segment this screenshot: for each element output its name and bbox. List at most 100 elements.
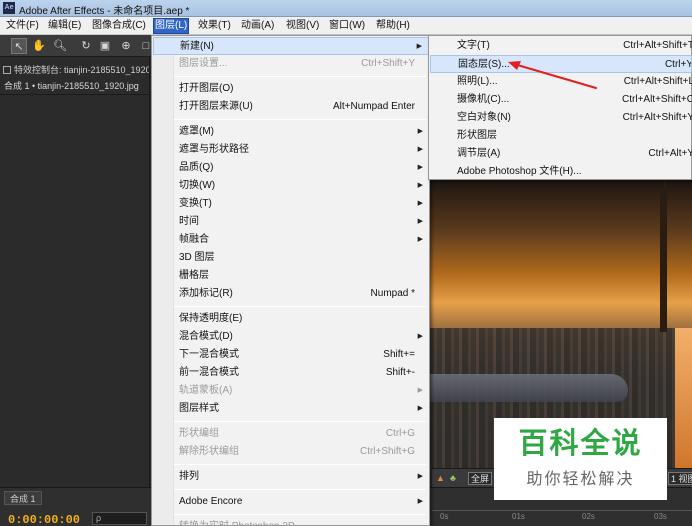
watermark-title: 百科全说 [518, 428, 643, 460]
menu-view[interactable]: 视图(V) [285, 19, 320, 33]
panel-lock-icon[interactable] [3, 66, 11, 74]
menu-effect[interactable]: 效果(T) [197, 19, 232, 33]
menu-item-label: 前一混合模式 [179, 367, 239, 378]
menu-item-shortcut: Alt+Numpad Enter [333, 101, 415, 112]
new-submenu-item[interactable]: Adobe Photoshop 文件(H)... [430, 163, 692, 181]
current-time-display[interactable]: 0:00:00:00 [8, 513, 80, 526]
new-submenu-item[interactable]: 形状图层 [430, 127, 692, 145]
layer-menu-item[interactable]: 遮罩与形状路径 ▶ [153, 141, 429, 159]
layer-menu-item[interactable]: 时间 ▶ [153, 213, 429, 231]
menu-edit[interactable]: 编辑(E) [47, 19, 82, 33]
new-submenu-item[interactable]: 调节层(A) Ctrl+Alt+Y [430, 145, 692, 163]
region-of-interest-icon[interactable]: ▲ [436, 472, 445, 485]
menu-item-label: 轨道蒙板(A) [179, 385, 233, 396]
menu-item-label: 遮罩与形状路径 [179, 144, 249, 155]
layer-edge-highlight [675, 328, 692, 468]
submenu-arrow-icon: ▶ [417, 387, 423, 394]
menu-item-label: 切换(W) [179, 180, 216, 191]
rotate-tool-icon[interactable]: ↻ [78, 38, 94, 54]
hand-tool-icon[interactable]: ✋ [31, 38, 47, 54]
layer-menu-item[interactable]: 混合模式(D) ▶ [153, 328, 429, 346]
layer-menu-item[interactable]: 解除形状编组 Ctrl+Shift+G [153, 443, 429, 461]
layer-menu-item[interactable]: 新建(N) ▶ [153, 37, 429, 55]
menu-bar: 文件(F) 编辑(E) 图像合成(C) 图层(L) 效果(T) 动画(A) 视图… [0, 17, 692, 35]
camera-tool-icon[interactable]: ▣ [97, 38, 113, 54]
menu-item-label: 排列 [179, 471, 199, 482]
panel-divider [0, 94, 150, 95]
layer-menu-item[interactable]: 图层设置... Ctrl+Shift+Y [153, 55, 429, 73]
pan-behind-tool-icon[interactable]: ⊕ [118, 38, 134, 54]
layer-menu-item[interactable]: 品质(Q) ▶ [153, 159, 429, 177]
layer-menu-item[interactable]: 3D 图层 [153, 249, 429, 267]
layer-menu-item[interactable]: 打开图层来源(U) Alt+Numpad Enter [153, 98, 429, 116]
tower [660, 192, 667, 332]
effect-controls-tab[interactable]: 特效控制台: tianjin-2185510_1920 [3, 63, 149, 77]
zoom-tool-icon[interactable]: 🔍︎ [52, 38, 68, 54]
layer-menu-item[interactable]: 帧融合 ▶ [153, 231, 429, 249]
new-submenu-item[interactable]: 固态层(S)... Ctrl+Y [430, 55, 692, 73]
menu-file[interactable]: 文件(F) [5, 19, 40, 33]
transparency-grid-icon[interactable]: ♣ [450, 472, 456, 485]
menu-item-shortcut: Ctrl+Shift+Y [361, 58, 415, 69]
menu-separator [174, 514, 426, 515]
menu-separator [174, 464, 426, 465]
view-layout-dropdown[interactable]: 1 视图 [668, 472, 692, 485]
menu-item-shortcut: Ctrl+G [385, 428, 415, 439]
layer-menu-item[interactable]: 保持透明度(E) [153, 310, 429, 328]
ruler-tick: 02s [582, 512, 595, 521]
menu-animation[interactable]: 动画(A) [240, 19, 275, 33]
menu-item-shortcut: Shift+- [385, 367, 415, 378]
menu-item-label: 时间 [179, 216, 199, 227]
layer-menu-item[interactable]: Adobe Encore ▶ [153, 493, 429, 511]
new-submenu-item[interactable]: 文字(T) Ctrl+Alt+Shift+T [430, 37, 692, 55]
composition-tab[interactable]: 合成 1 [4, 491, 42, 505]
layer-menu-item[interactable]: 打开图层(O) [153, 80, 429, 98]
new-submenu-item[interactable]: 照明(L)... Ctrl+Alt+Shift+L [430, 73, 692, 91]
layer-menu-item[interactable]: 遮罩(M) ▶ [153, 123, 429, 141]
layer-menu-item[interactable]: 排列 ▶ [153, 468, 429, 486]
timeline-search-input[interactable]: ρ [92, 512, 147, 525]
menu-item-label: 解除形状编组 [179, 446, 239, 457]
submenu-arrow-icon: ▶ [417, 200, 423, 207]
river [428, 374, 628, 402]
selection-tool-icon[interactable]: ↖ [11, 38, 27, 54]
menu-layer[interactable]: 图层(L) [153, 18, 190, 34]
layer-menu-item[interactable]: 切换(W) ▶ [153, 177, 429, 195]
time-ruler[interactable]: 0s 01s 02s 03s [432, 510, 692, 526]
layer-menu-item[interactable]: 轨道蒙板(A) ▶ [153, 382, 429, 400]
menu-separator [174, 421, 426, 422]
menu-item-label: 图层样式 [179, 403, 219, 414]
submenu-item-label: 形状图层 [457, 130, 497, 141]
layer-menu-item[interactable]: 转换为实时 Photoshop 3D [153, 518, 429, 526]
new-submenu: 文字(T) Ctrl+Alt+Shift+T 固态层(S)... Ctrl+Y 照明(L… [428, 35, 692, 180]
layer-menu-item[interactable]: 下一混合模式 Shift+= [153, 346, 429, 364]
menu-help[interactable]: 帮助(H) [375, 19, 411, 33]
menu-separator [174, 306, 426, 307]
resolution-dropdown[interactable]: 全屏 [468, 472, 493, 485]
after-effects-window: Ae Adobe After Effects - 未命名项目.aep * 文件(… [0, 0, 692, 526]
menu-item-label: 栅格层 [179, 270, 209, 281]
menu-item-shortcut: Shift+= [383, 349, 415, 360]
layer-menu-item[interactable]: 栅格层 [153, 267, 429, 285]
tower-spire [664, 180, 666, 200]
submenu-item-label: 照明(L)... [457, 76, 498, 87]
layer-menu-item[interactable]: 前一混合模式 Shift+- [153, 364, 429, 382]
menu-item-shortcut: Ctrl+Shift+G [359, 446, 415, 457]
layer-menu-item[interactable]: 形状编组 Ctrl+G [153, 425, 429, 443]
submenu-arrow-icon: ▶ [417, 146, 423, 153]
submenu-item-label: 调节层(A) [457, 148, 501, 159]
layer-menu-item[interactable]: 添加标记(R) Numpad * [153, 285, 429, 303]
menu-window[interactable]: 窗口(W) [328, 19, 366, 33]
menu-composition[interactable]: 图像合成(C) [91, 19, 147, 33]
layer-menu-item[interactable]: 图层样式 ▶ [153, 400, 429, 418]
layer-menu-item[interactable]: 变换(T) ▶ [153, 195, 429, 213]
submenu-arrow-icon: ▶ [417, 218, 423, 225]
submenu-item-shortcut: Ctrl+Alt+Shift+T [623, 40, 692, 51]
menu-separator [174, 76, 426, 77]
menu-item-label: 形状编组 [179, 428, 219, 439]
new-submenu-item[interactable]: 摄像机(C)... Ctrl+Alt+Shift+C [430, 91, 692, 109]
ruler-tick: 03s [654, 512, 667, 521]
menu-separator [174, 119, 426, 120]
submenu-item-shortcut: Ctrl+Alt+Shift+C [622, 94, 692, 105]
new-submenu-item[interactable]: 空白对象(N) Ctrl+Alt+Shift+Y [430, 109, 692, 127]
